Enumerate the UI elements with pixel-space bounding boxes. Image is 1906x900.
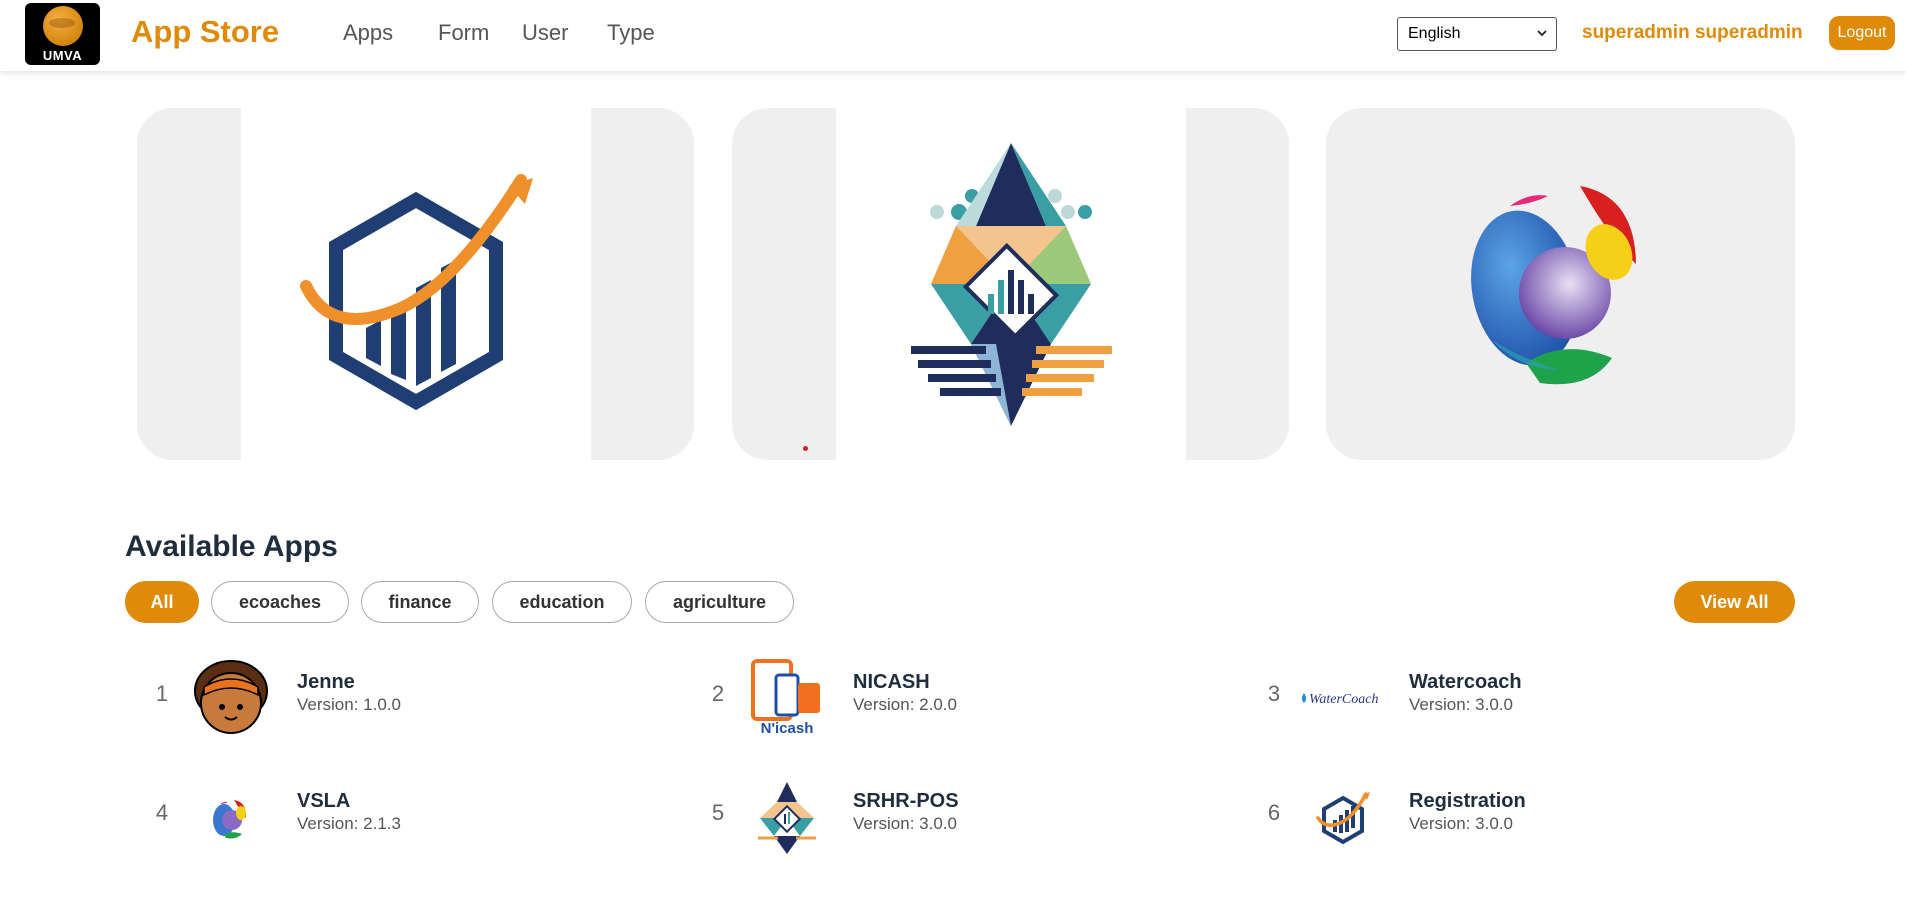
chevron-down-icon xyxy=(1536,26,1548,42)
app-number: 5 xyxy=(711,800,725,825)
filter-chip-all[interactable]: All xyxy=(125,581,199,623)
app-item-nicash[interactable]: 2 N'icash NICASH Version: 2.0.0 xyxy=(703,651,1183,741)
nav-form[interactable]: Form xyxy=(438,20,489,46)
app-name: Registration xyxy=(1409,790,1526,812)
app-title[interactable]: App Store xyxy=(131,14,279,50)
app-version: Version: 2.0.0 xyxy=(853,695,957,714)
umva-logo[interactable]: UMVA xyxy=(25,3,100,65)
logo-text: UMVA xyxy=(42,47,83,63)
app-number: 4 xyxy=(155,800,169,825)
user-name[interactable]: superadmin superadmin xyxy=(1582,22,1803,44)
filter-chip-agriculture[interactable]: agriculture xyxy=(645,581,794,623)
app-name: NICASH xyxy=(853,671,930,693)
registration-logo-icon xyxy=(300,174,533,411)
language-value: English xyxy=(1408,25,1461,42)
top-navbar: UMVA App Store Apps Form User Type Engli… xyxy=(0,0,1906,71)
nav-apps[interactable]: Apps xyxy=(343,20,393,46)
language-select[interactable]: English xyxy=(1397,17,1557,51)
nav-type[interactable]: Type xyxy=(607,20,655,46)
app-version: Version: 3.0.0 xyxy=(853,814,957,833)
watercoach-wordmark: WaterCoach xyxy=(1309,692,1378,707)
app-name: Watercoach xyxy=(1409,671,1522,693)
carousel-slide-registration[interactable] xyxy=(137,108,694,460)
app-item-srhr-pos[interactable]: 5 SRHR-POS Version: 3.0.0 xyxy=(703,770,1183,860)
vsla-logo-icon xyxy=(1471,186,1636,385)
app-version: Version: 3.0.0 xyxy=(1409,695,1513,714)
app-number: 2 xyxy=(711,681,725,706)
app-item-vsla[interactable]: 4 VSLA Version: 2.1.3 xyxy=(147,770,627,860)
app-name: VSLA xyxy=(297,790,351,812)
section-title-available-apps: Available Apps xyxy=(125,530,338,563)
app-version: Version: 1.0.0 xyxy=(297,695,401,714)
carousel-slide-vsla[interactable] xyxy=(1326,108,1795,460)
filter-chip-ecoaches[interactable]: ecoaches xyxy=(211,581,349,623)
app-item-jenne[interactable]: 1 Jenne Version: 1.0.0 xyxy=(147,651,627,741)
globe-icon xyxy=(42,5,83,46)
app-version: Version: 3.0.0 xyxy=(1409,814,1513,833)
app-number: 1 xyxy=(155,681,169,706)
filter-chip-education[interactable]: education xyxy=(492,581,632,623)
srhr-pos-icon xyxy=(748,778,826,856)
logout-button[interactable]: Logout xyxy=(1829,16,1895,50)
app-item-watercoach[interactable]: 3 WaterCoach Watercoach Version: 3.0.0 xyxy=(1259,651,1739,741)
srhr-pos-logo-icon xyxy=(911,143,1112,426)
app-number: 6 xyxy=(1267,800,1281,825)
app-version: Version: 2.1.3 xyxy=(297,814,401,833)
watercoach-icon: WaterCoach xyxy=(1302,659,1382,737)
nicash-icon: N'icash xyxy=(748,659,826,737)
app-name: Jenne xyxy=(297,671,355,693)
filter-chip-finance[interactable]: finance xyxy=(361,581,479,623)
registration-icon xyxy=(1304,778,1382,856)
nicash-wordmark: N'icash xyxy=(761,720,814,737)
app-item-registration[interactable]: 6 Registration Version: 3.0.0 xyxy=(1259,770,1739,860)
app-number: 3 xyxy=(1267,681,1281,706)
carousel-slide-srhr-pos[interactable] xyxy=(732,108,1289,460)
carousel-indicator[interactable] xyxy=(803,446,808,451)
jenne-avatar-icon xyxy=(192,659,270,737)
vsla-icon xyxy=(192,778,270,856)
app-name: SRHR-POS xyxy=(853,790,959,812)
nav-user[interactable]: User xyxy=(522,20,568,46)
view-all-button[interactable]: View All xyxy=(1674,581,1795,623)
